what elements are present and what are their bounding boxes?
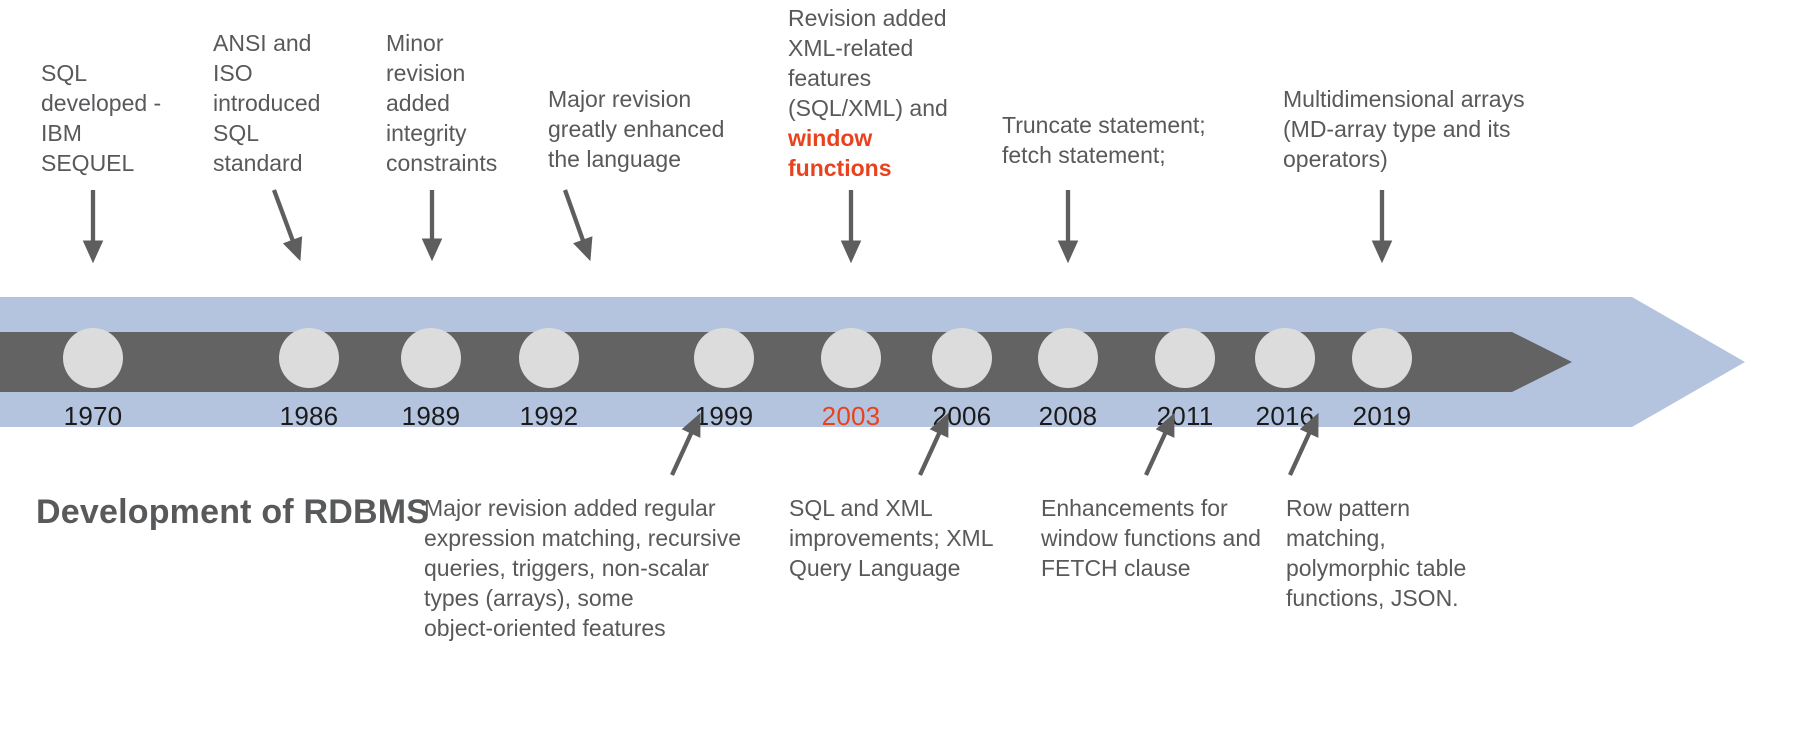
milestone-dot-2003[interactable] xyxy=(821,328,881,388)
year-label-1986: 1986 xyxy=(279,401,339,431)
note-2003-arrow-icon xyxy=(840,190,862,264)
note-1999: Major revision added regular expression … xyxy=(424,493,741,643)
note-2019-text: Multidimensional arrays (MD-array type a… xyxy=(1283,86,1525,172)
note-2006-text: SQL and XML improvements; XML Query Lang… xyxy=(789,495,994,581)
note-1989-arrow-icon xyxy=(421,190,443,262)
year-label-2019: 2019 xyxy=(1352,401,1412,431)
note-2008: Truncate statement; fetch statement; xyxy=(1002,110,1206,170)
note-2019-arrow-icon xyxy=(1371,190,1393,264)
note-1999-text: Major revision added regular expression … xyxy=(424,495,742,641)
note-1992: Major revision greatly enhanced the lang… xyxy=(548,84,724,174)
note-2006-arrow-icon xyxy=(918,412,949,476)
note-1970-arrow-icon xyxy=(82,190,104,264)
year-label-1992: 1992 xyxy=(519,401,579,431)
year-label-2008: 2008 xyxy=(1038,401,1098,431)
milestone-dot-2019[interactable] xyxy=(1352,328,1412,388)
note-2003: Revision added XML-related features (SQL… xyxy=(788,3,948,183)
note-2011-arrow-icon xyxy=(1144,412,1175,476)
note-2016: Row pattern matching, polymorphic table … xyxy=(1286,493,1466,613)
note-2006: SQL and XML improvements; XML Query Lang… xyxy=(789,493,994,583)
note-1992-text: Major revision greatly enhanced the lang… xyxy=(548,86,725,172)
note-1970: SQL developed - IBM SEQUEL xyxy=(41,58,161,178)
page-title: Development of RDBMS xyxy=(36,493,430,531)
note-2008-text: Truncate statement; fetch statement; xyxy=(1002,112,1206,168)
milestone-dot-1986[interactable] xyxy=(279,328,339,388)
note-2019: Multidimensional arrays (MD-array type a… xyxy=(1283,84,1525,174)
note-2016-text: Row pattern matching, polymorphic table … xyxy=(1286,495,1467,611)
note-2011-text: Enhancements for window functions and FE… xyxy=(1041,495,1261,581)
note-1986-text: ANSI and ISO introduced SQL standard xyxy=(213,30,321,176)
note-1970-text: SQL developed - IBM SEQUEL xyxy=(41,60,162,176)
year-label-2003: 2003 xyxy=(821,401,881,431)
milestone-dot-2006[interactable] xyxy=(932,328,992,388)
note-1999-arrow-icon xyxy=(670,412,701,476)
note-2016-arrow-icon xyxy=(1288,412,1319,476)
note-1989: Minor revision added integrity constrain… xyxy=(386,28,497,178)
note-2011: Enhancements for window functions and FE… xyxy=(1041,493,1261,583)
year-label-1989: 1989 xyxy=(401,401,461,431)
note-1986: ANSI and ISO introduced SQL standard xyxy=(213,28,320,178)
milestone-dot-2008[interactable] xyxy=(1038,328,1098,388)
milestone-dot-1970[interactable] xyxy=(63,328,123,388)
note-1989-text: Minor revision added integrity constrain… xyxy=(386,30,498,176)
milestone-dot-1999[interactable] xyxy=(694,328,754,388)
milestone-dot-2016[interactable] xyxy=(1255,328,1315,388)
year-label-1970: 1970 xyxy=(63,401,123,431)
milestone-dot-2011[interactable] xyxy=(1155,328,1215,388)
timeline-diagram: 1970 1986 1989 1992 1999 2003 2006 2008 2011 2016… xyxy=(0,0,1817,737)
band-inner-bar xyxy=(0,332,1572,392)
note-2003-text: Revision added XML-related features (SQL… xyxy=(788,5,948,121)
milestone-dot-1989[interactable] xyxy=(401,328,461,388)
note-1986-arrow-icon xyxy=(271,189,303,262)
note-1992-arrow-icon xyxy=(562,189,593,262)
milestone-dot-1992[interactable] xyxy=(519,328,579,388)
note-2008-arrow-icon xyxy=(1057,190,1079,264)
